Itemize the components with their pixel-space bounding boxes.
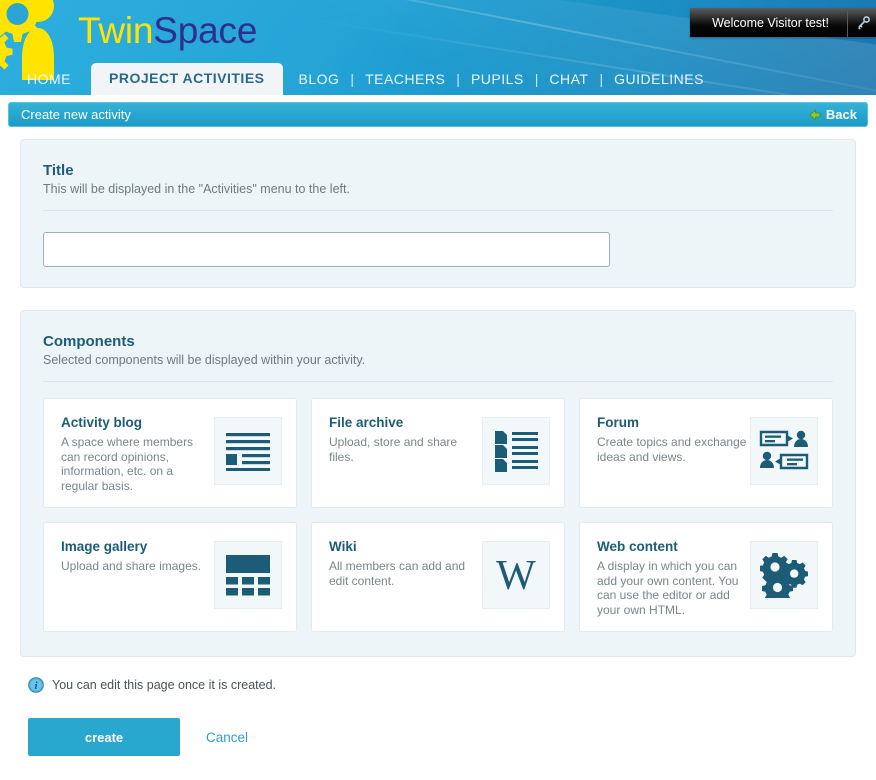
component-icon-box: W [482, 541, 550, 609]
components-section-divider [43, 381, 833, 382]
info-note-text: You can edit this page once it is create… [52, 678, 276, 692]
component-card-activity-blog[interactable]: Activity blog A space where members can … [43, 398, 297, 508]
file-list-icon [495, 431, 538, 472]
nav-separator-2: | [456, 71, 460, 87]
components-section-heading: Components [43, 333, 135, 350]
nav-separator-3: | [534, 71, 539, 87]
cancel-link[interactable]: Cancel [206, 730, 248, 745]
site-header: TwinSpace Welcome Visitor test! HOME PRO… [0, 0, 876, 95]
component-title: Activity blog [61, 415, 143, 430]
main-navigation: HOME PROJECT ACTIVITIES BLOG | TEACHERS … [0, 62, 876, 95]
forum-speech-bubbles-icon [759, 430, 809, 470]
title-section-description: This will be displayed in the "Activitie… [43, 182, 350, 196]
blog-lines-icon [226, 433, 270, 471]
wiki-w-icon: W [496, 553, 536, 599]
component-title: File archive [329, 415, 404, 430]
nav-item-chat[interactable]: CHAT [549, 71, 588, 95]
welcome-bar: Welcome Visitor test! [690, 8, 876, 37]
key-icon[interactable] [848, 8, 876, 37]
nav-item-home[interactable]: HOME [27, 71, 71, 95]
nav-separator-1: | [350, 71, 355, 87]
create-button[interactable]: create [28, 718, 180, 756]
component-text: Web content A display in which you can a… [597, 539, 749, 617]
component-icon-box [214, 417, 282, 485]
page-title: Create new activity [21, 107, 131, 122]
component-icon-box [750, 417, 818, 485]
component-text: Forum Create topics and exchange ideas a… [597, 415, 749, 464]
component-card-image-gallery[interactable]: Image gallery Upload and share images. [43, 522, 297, 632]
component-description: A space where members can record opinion… [61, 435, 194, 493]
component-icon-box [750, 541, 818, 609]
arrow-left-icon [809, 109, 821, 120]
title-panel: Title This will be displayed in the "Act… [20, 139, 856, 288]
welcome-text: Welcome Visitor test! [712, 15, 829, 30]
gears-icon [760, 553, 808, 598]
svg-text:i: i [35, 681, 38, 692]
title-section-divider [43, 210, 833, 211]
component-title: Web content [597, 539, 678, 554]
nav-separator-4: | [599, 71, 604, 87]
image-grid-icon [226, 555, 270, 596]
component-description: All members can add and edit content. [329, 559, 466, 588]
nav-item-teachers[interactable]: TEACHERS [365, 71, 445, 95]
component-description: Upload and share images. [61, 559, 202, 573]
back-button[interactable]: Back [809, 107, 857, 122]
info-note: i You can edit this page once it is crea… [28, 677, 868, 693]
component-title: Image gallery [61, 539, 148, 554]
component-title: Forum [597, 415, 639, 430]
page-content: Create new activity Back Title This will… [0, 102, 876, 756]
components-panel: Components Selected components will be d… [20, 310, 856, 657]
nav-item-guidelines[interactable]: GUIDELINES [614, 71, 704, 95]
component-text: Activity blog A space where members can … [61, 415, 213, 493]
component-card-file-archive[interactable]: File archive Upload, store and share fil… [311, 398, 565, 508]
back-label: Back [825, 107, 857, 122]
activity-title-input[interactable] [43, 232, 610, 267]
component-text: Image gallery Upload and share images. [61, 539, 201, 574]
component-card-web-content[interactable]: Web content A display in which you can a… [579, 522, 833, 632]
site-brand: TwinSpace [78, 6, 257, 56]
page-title-bar: Create new activity Back [8, 102, 868, 127]
brand-twin: Twin [78, 10, 154, 51]
component-description: A display in which you can add your own … [597, 559, 739, 617]
form-actions: create Cancel [28, 718, 868, 756]
brand-space: Space [153, 10, 258, 51]
component-text: Wiki All members can add and edit conten… [329, 539, 481, 588]
title-section-heading: Title [43, 162, 74, 179]
nav-item-blog[interactable]: BLOG [299, 71, 340, 95]
nav-item-project-activities[interactable]: PROJECT ACTIVITIES [91, 63, 283, 95]
component-icon-box [482, 417, 550, 485]
component-icon-box [214, 541, 282, 609]
svg-text:W: W [496, 553, 536, 599]
component-description: Upload, store and share files. [329, 435, 458, 464]
nav-item-pupils[interactable]: PUPILS [471, 71, 524, 95]
component-card-wiki[interactable]: Wiki All members can add and edit conten… [311, 522, 565, 632]
component-title: Wiki [329, 539, 357, 554]
component-description: Create topics and exchange ideas and vie… [597, 435, 747, 464]
components-grid: Activity blog A space where members can … [43, 398, 833, 632]
components-section-description: Selected components will be displayed wi… [43, 353, 366, 367]
component-card-forum[interactable]: Forum Create topics and exchange ideas a… [579, 398, 833, 508]
info-icon: i [28, 677, 44, 693]
component-text: File archive Upload, store and share fil… [329, 415, 481, 464]
